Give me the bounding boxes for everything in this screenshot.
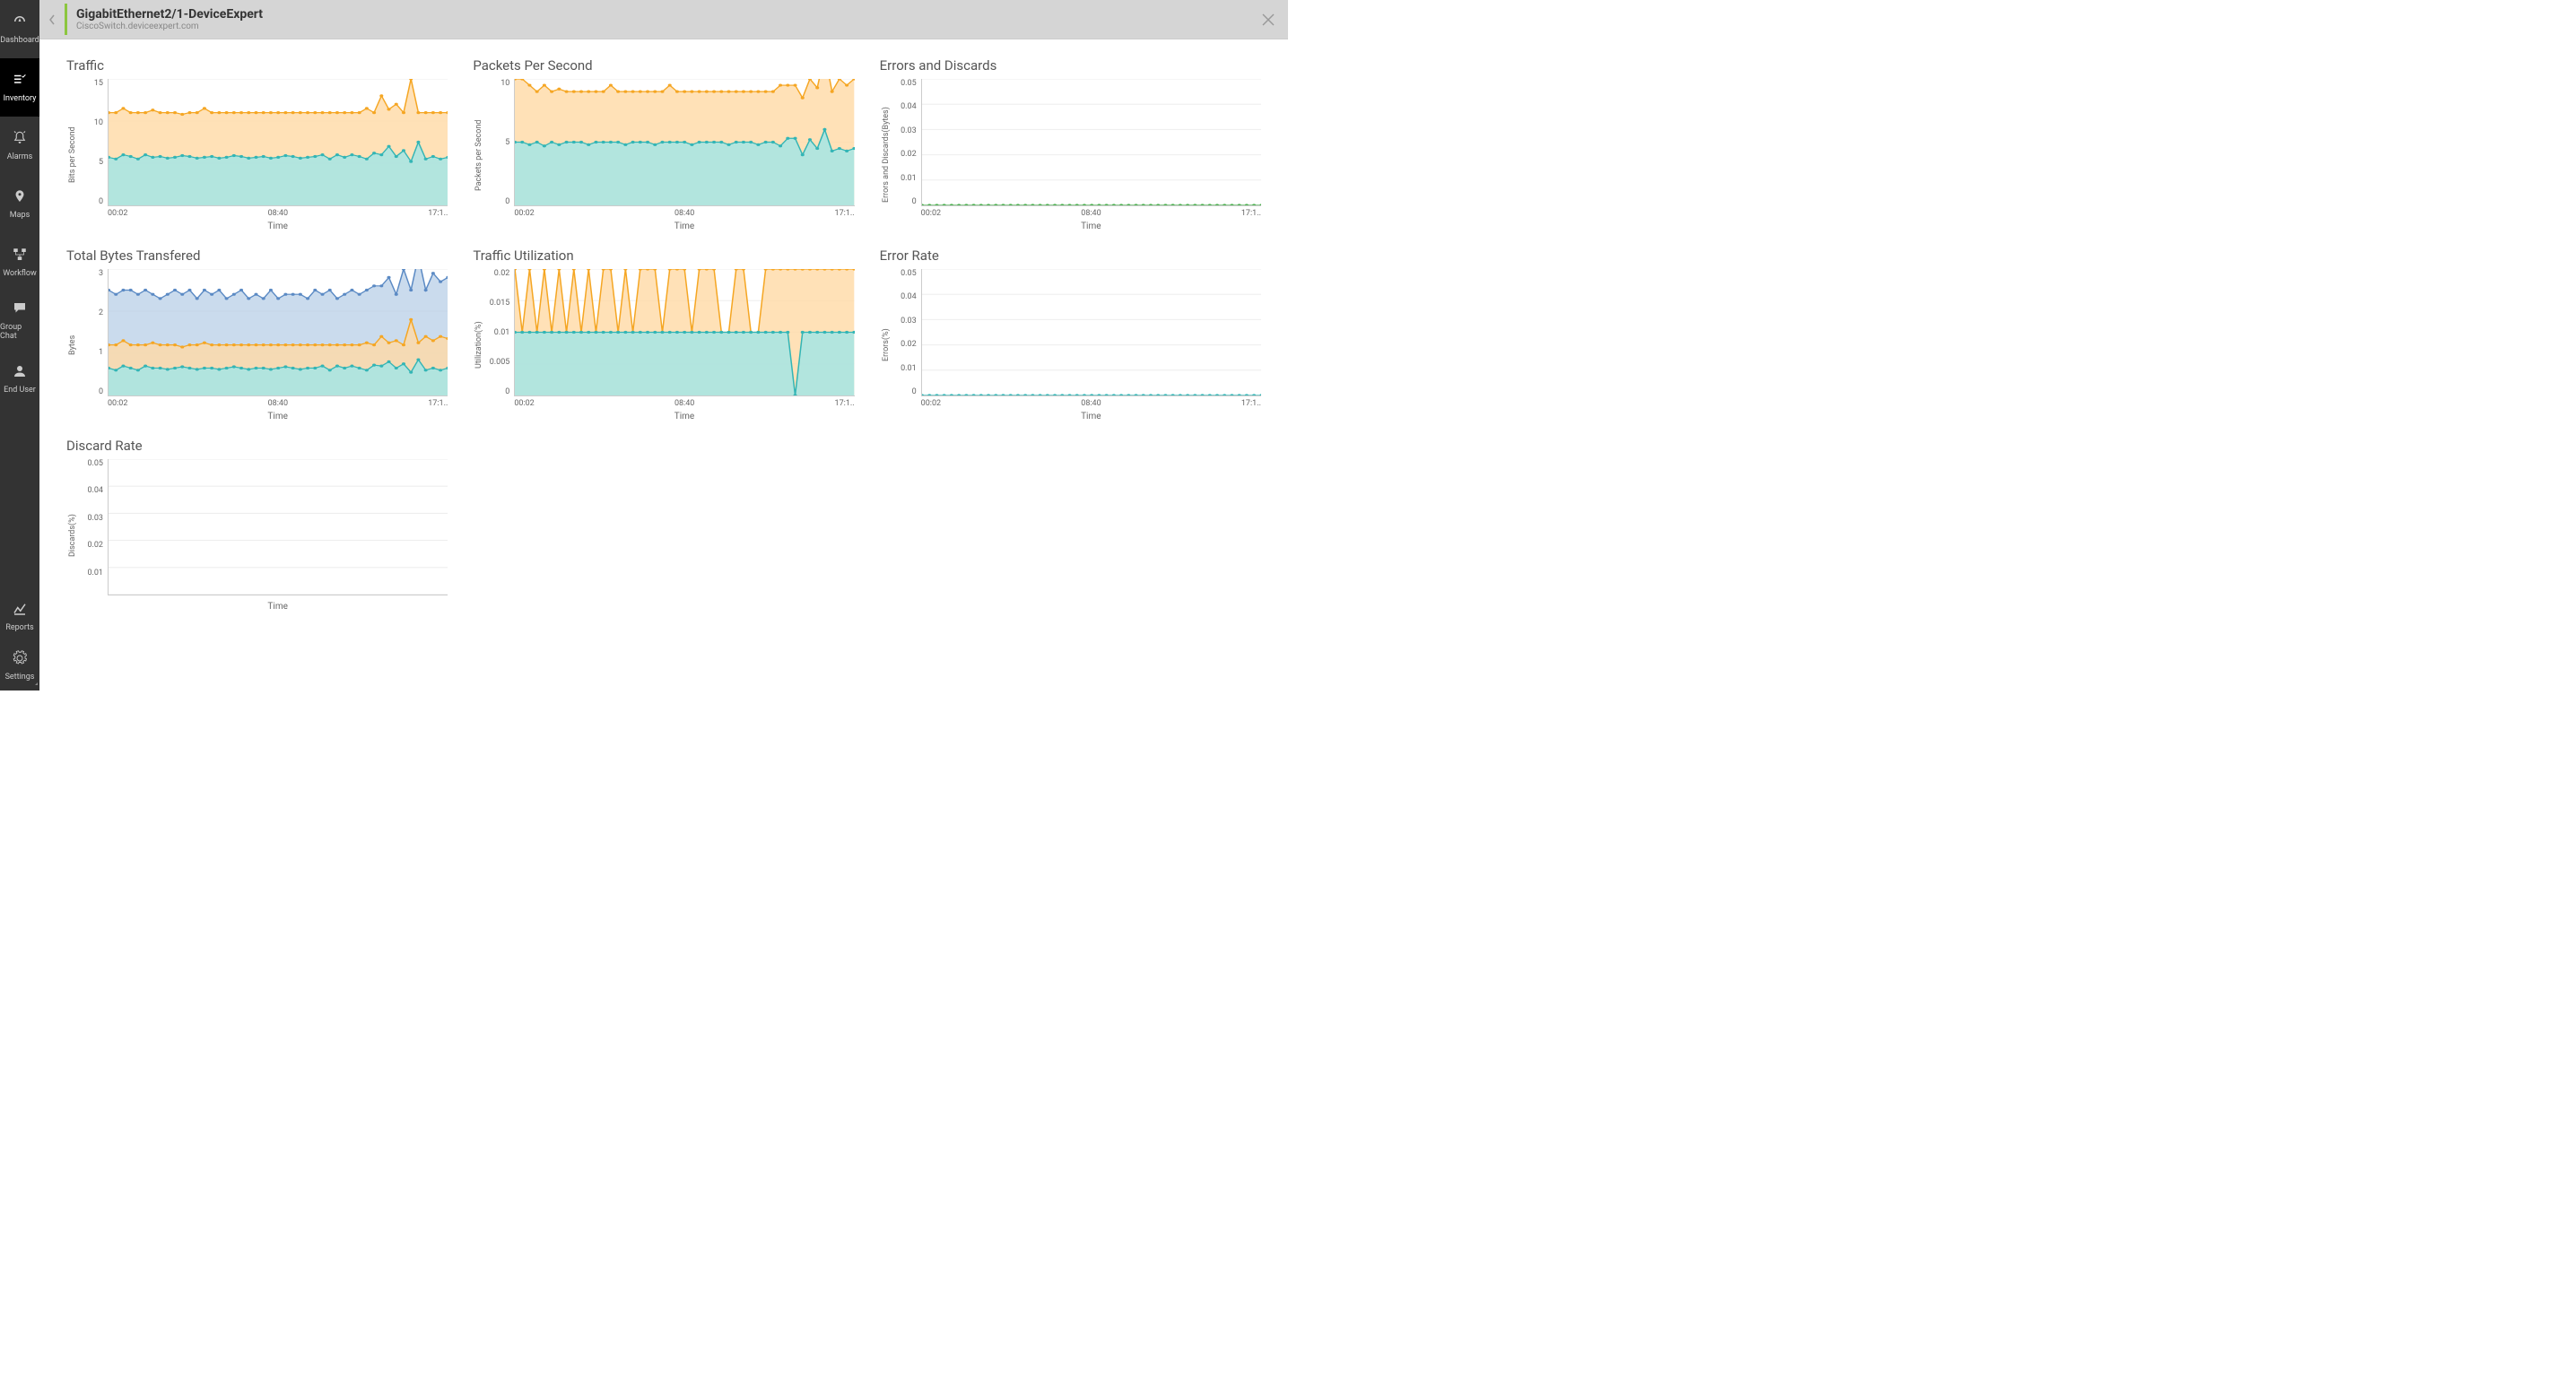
title-block: GigabitEthernet2/1-DeviceExpert CiscoSwi…	[65, 4, 272, 35]
sidebar-item-label: Workflow	[3, 269, 37, 278]
chart-card: Traffic Bits per Second15105000:0208:4017…	[66, 57, 448, 231]
header: GigabitEthernet2/1-DeviceExpert CiscoSwi…	[39, 0, 1288, 39]
chart-card: Total Bytes Transfered Bytes321000:0208:4…	[66, 248, 448, 421]
sidebar-item-maps[interactable]: Maps	[0, 175, 39, 233]
sidebar-item-label: Settings	[5, 673, 35, 682]
x-ticks	[79, 595, 448, 598]
y-ticks: 0.020.0150.010.0050	[485, 269, 514, 396]
chart-card: Discard Rate Discards(%)0.050.040.030.020…	[66, 438, 448, 612]
workflow-icon	[12, 247, 28, 265]
pin-icon	[12, 188, 28, 207]
main: GigabitEthernet2/1-DeviceExpert CiscoSwi…	[39, 0, 1288, 690]
x-axis-label: Time	[485, 221, 854, 231]
chat-icon	[12, 300, 28, 319]
page-title: GigabitEthernet2/1-DeviceExpert	[76, 7, 263, 22]
x-ticks: 00:0208:4017:1..	[485, 206, 854, 218]
plot-area[interactable]	[108, 79, 448, 206]
y-ticks: 1050	[485, 79, 514, 206]
sidebar-item-label: End User	[4, 386, 36, 395]
checklist-icon	[12, 72, 28, 91]
x-ticks: 00:0208:4017:1..	[79, 396, 448, 408]
sidebar-item-settings[interactable]: Settings	[0, 641, 39, 690]
x-ticks: 00:0208:4017:1..	[485, 396, 854, 408]
y-ticks: 3210	[79, 269, 108, 396]
bell-icon	[12, 130, 28, 149]
sidebar-item-label: Alarms	[7, 152, 33, 161]
x-ticks: 00:0208:4017:1..	[892, 396, 1261, 408]
sidebar-item-label: Reports	[5, 623, 33, 632]
gear-icon	[12, 650, 28, 669]
chart-card: Packets Per Second Packets per Second1050…	[473, 57, 854, 231]
plot-area[interactable]	[514, 79, 854, 206]
x-axis-label: Time	[79, 602, 448, 612]
x-axis-label: Time	[892, 412, 1261, 421]
sidebar-item-label: Inventory	[4, 94, 37, 103]
gauge-icon	[12, 13, 28, 32]
y-ticks: 0.050.040.030.020.01	[79, 459, 108, 595]
submenu-indicator-icon	[35, 682, 38, 685]
chart-title: Total Bytes Transfered	[66, 248, 448, 264]
x-axis-label: Time	[79, 221, 448, 231]
chart-card: Error Rate Errors(%)0.050.040.030.020.010…	[880, 248, 1261, 421]
sidebar-bottom: Reports Settings	[0, 592, 39, 690]
sidebar-item-label: Dashboard	[0, 36, 39, 45]
plot-area[interactable]	[514, 269, 854, 396]
x-ticks: 00:0208:4017:1..	[892, 206, 1261, 218]
y-axis-label: Errors(%)	[880, 269, 892, 421]
sidebar-item-workflow[interactable]: Workflow	[0, 233, 39, 291]
content: TrafficBits per Second15105000:0208:4017…	[39, 39, 1288, 690]
plot-area[interactable]	[921, 269, 1261, 396]
y-axis-label: Bytes	[66, 269, 79, 421]
y-axis-label: Bits per Second	[66, 79, 79, 231]
back-button[interactable]	[39, 0, 65, 39]
sidebar-item-label: Maps	[10, 211, 30, 220]
x-axis-label: Time	[485, 412, 854, 421]
y-axis-label: Packets per Second	[473, 79, 485, 231]
page-subtitle: CiscoSwitch.deviceexpert.com	[76, 22, 263, 31]
x-axis-label: Time	[892, 221, 1261, 231]
plot-area[interactable]	[921, 79, 1261, 206]
chart-title: Traffic Utilization	[473, 248, 854, 264]
chart-title: Discard Rate	[66, 438, 448, 454]
y-ticks: 0.050.040.030.020.010	[892, 269, 921, 396]
chart-title: Packets Per Second	[473, 57, 854, 74]
plot-area[interactable]	[108, 459, 448, 595]
y-ticks: 151050	[79, 79, 108, 206]
x-ticks: 00:0208:4017:1..	[79, 206, 448, 218]
chart-title: Error Rate	[880, 248, 1261, 264]
sidebar-item-groupchat[interactable]: Group Chat	[0, 291, 39, 350]
sidebar-item-dashboard[interactable]: Dashboard	[0, 0, 39, 58]
y-axis-label: Errors and Discards(Bytes)	[880, 79, 892, 231]
sidebar: Dashboard Inventory Alarms Maps Workflow…	[0, 0, 39, 690]
chart-card: Traffic Utilization Utilization(%)0.020.0…	[473, 248, 854, 421]
sidebar-item-inventory[interactable]: Inventory	[0, 58, 39, 117]
close-button[interactable]	[1249, 0, 1288, 39]
sidebar-item-alarms[interactable]: Alarms	[0, 117, 39, 175]
sidebar-item-enduser[interactable]: End User	[0, 350, 39, 408]
plot-area[interactable]	[108, 269, 448, 396]
chart-card: Errors and Discards Errors and Discards(B…	[880, 57, 1261, 231]
sidebar-item-reports[interactable]: Reports	[0, 592, 39, 641]
sidebar-item-label: Group Chat	[0, 323, 39, 341]
chart-title: Errors and Discards	[880, 57, 1261, 74]
user-icon	[12, 363, 28, 382]
chart-grid: TrafficBits per Second15105000:0208:4017…	[66, 57, 1261, 612]
y-axis-label: Utilization(%)	[473, 269, 485, 421]
x-axis-label: Time	[79, 412, 448, 421]
chart-title: Traffic	[66, 57, 448, 74]
y-axis-label: Discards(%)	[66, 459, 79, 612]
y-ticks: 0.050.040.030.020.010	[892, 79, 921, 206]
reports-icon	[12, 601, 28, 620]
